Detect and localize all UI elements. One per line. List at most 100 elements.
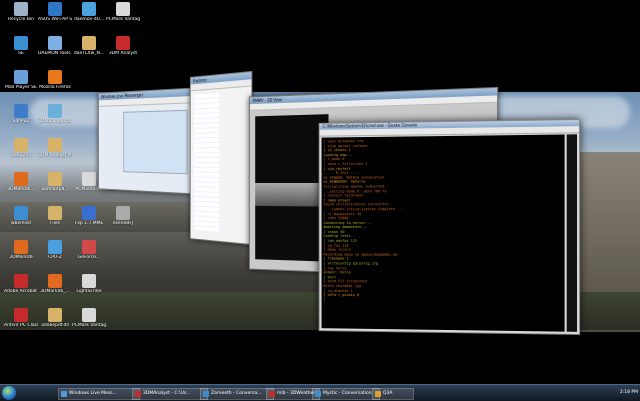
app-icon (14, 308, 28, 322)
desktop-icon[interactable]: wbemlist (4, 206, 38, 234)
desktop-icon[interactable]: Files (38, 206, 72, 234)
desktop-icon-label: 3DMark06... (7, 187, 35, 192)
app-icon (14, 240, 28, 254)
app-icon (48, 138, 62, 152)
app-icon (14, 36, 28, 50)
app-icon (116, 36, 130, 50)
desktop-icon[interactable]: 3DM Analyst Mini Mini (38, 138, 72, 166)
folder-tree (193, 93, 220, 233)
app-icon (14, 206, 28, 220)
app-icon (48, 36, 62, 50)
desktop-icon[interactable]: 3DMark06 (4, 240, 38, 268)
desktop-icon[interactable]: 3DMark06_... (38, 274, 72, 302)
desktop-icon-label: Ree2250 (11, 153, 31, 158)
desktop-icon-label: ASUS WiFi-AP Solo (38, 17, 72, 22)
taskbar-app-icon (135, 391, 141, 397)
desktop-icon[interactable]: ezeneBFJ (106, 206, 140, 234)
app-icon (82, 36, 96, 50)
desktop-icon-label: SE (18, 51, 24, 56)
start-orb-icon[interactable] (2, 386, 16, 400)
desktop-icon-label: DAEMON Tools Lite (38, 51, 72, 56)
desktop-icon-label: 3DMark Vantage (38, 119, 72, 124)
desktop-icon[interactable]: Mail Player SE (4, 70, 38, 98)
desktop-icon[interactable]: Recycle Bin (4, 2, 38, 30)
taskbar-button[interactable]: Mystic - Conversation (312, 388, 380, 400)
desktop-icon[interactable]: DAEMON Tools Lite (38, 36, 72, 64)
desktop-icon-label: daeTLXw_N... (73, 51, 105, 56)
desktop-icon-label: PCMark Vantage x64 (72, 323, 106, 328)
desktop-icon-label: Adobe Acrobat 8... (4, 289, 38, 294)
console-scrollbar[interactable] (566, 134, 578, 332)
desktop-icon[interactable]: daeTLXw_N... (72, 36, 106, 64)
taskbar-button[interactable]: Zarneeth - Conversa... (200, 388, 274, 400)
desktop-icon-label: SafiPuZ (12, 119, 30, 124)
desktop-icon-label: GeForce... (77, 255, 101, 260)
desktop-icon-label: Mail Player SE (5, 85, 37, 90)
app-icon (14, 2, 28, 16)
taskbar-button-label: 3DMAnalyst - C:\Us... (143, 391, 191, 396)
console-window[interactable]: C:\Windows\System32\cmd.exe - Quake Cons… (318, 119, 581, 335)
taskbar-button-label: Zarneeth - Conversa... (211, 391, 262, 396)
app-icon (48, 172, 62, 186)
desktop-icon[interactable]: aomdpfp8... (38, 172, 72, 200)
desktop-icon[interactable]: Mozilla Firefox (38, 70, 72, 98)
taskbar-button-label: Mystic - Conversation (323, 391, 372, 396)
desktop-icon-label: aomdpfp8... (41, 187, 69, 192)
desktop-icon-label: wbemlist (10, 221, 32, 226)
desktop-icon[interactable]: GeForce... (72, 240, 106, 268)
desktop-icon-label: 3DM Analyst (108, 51, 138, 56)
app-icon (82, 206, 96, 220)
desktop-icon[interactable]: Antivir PC Classic (4, 308, 38, 336)
taskbar-app-icon (375, 391, 381, 397)
desktop-icon[interactable]: Adobe Acrobat 8... (4, 274, 38, 302)
desktop-icon[interactable]: daemon-40... (72, 2, 106, 30)
desktop-icon[interactable]: CPU-Z (38, 240, 72, 268)
taskbar-button[interactable]: Windows Live Mess... (58, 388, 140, 400)
desktop-icon[interactable]: PCMark Vantage x64 (72, 308, 106, 336)
taskbar-button[interactable]: 3DMAnalyst - C:\Us... (132, 388, 208, 400)
app-icon (82, 308, 96, 322)
window-explorer[interactable]: Explorer (189, 70, 253, 246)
app-icon (82, 274, 96, 288)
app-icon (48, 206, 62, 220)
app-icon (116, 2, 130, 16)
desktop-icon-label: Fxp 1.7.MME (74, 221, 104, 226)
app-icon (116, 206, 130, 220)
desktop-icon[interactable]: 3DMark06... (4, 172, 38, 200)
desktop-icon-label: daemon-40... (73, 17, 104, 22)
taskbar-button-label: Q3A (383, 391, 393, 396)
desktop-icon[interactable]: Ree2250 (4, 138, 38, 166)
desktop-icon-label: adobepdf.dll (41, 323, 69, 328)
desktop-icon-label: CPU-Z (48, 255, 62, 260)
desktop-icon[interactable]: PCMark Vantage (106, 2, 140, 30)
desktop-icon[interactable]: SE (4, 36, 38, 64)
desktop-icon-label: ezeneBFJ (112, 221, 134, 226)
app-icon (82, 2, 96, 16)
taskbar-button-label: Windows Live Mess... (69, 391, 117, 396)
app-icon (48, 104, 62, 118)
app-icon (48, 2, 62, 16)
console-output[interactable]: ] exec autoexec.cfg] bind mouse1 +attack… (321, 134, 565, 332)
system-clock[interactable]: 2:18 PM (568, 388, 638, 398)
taskbar-button[interactable]: Q3A (372, 388, 414, 400)
desktop-icon-label: PCMark Vantage (106, 17, 140, 22)
app-icon (48, 274, 62, 288)
desktop-icon[interactable]: 3DM Analyst (106, 36, 140, 64)
desktop-icon[interactable]: LightScribe (72, 274, 106, 302)
app-icon (48, 308, 62, 322)
desktop-icon[interactable]: Fxp 1.7.MME (72, 206, 106, 234)
taskbar-app-icon (315, 391, 321, 397)
desktop-icon-label: Mozilla Firefox (39, 85, 71, 90)
desktop-icon-label: LightScribe (76, 289, 102, 294)
desktop-icon[interactable]: SafiPuZ (4, 104, 38, 132)
taskbar-app-icon (269, 391, 275, 397)
desktop-icon[interactable]: adobepdf.dll (38, 308, 72, 336)
desktop-icon[interactable]: ASUS WiFi-AP Solo (38, 2, 72, 30)
taskbar: Windows Live Mess... 3DMAnalyst - C:\Us..… (0, 384, 640, 401)
app-icon (48, 240, 62, 254)
desktop-icon-label: 3DM Analyst Mini Mini (38, 153, 72, 158)
app-icon (48, 70, 62, 84)
terrain (255, 183, 329, 207)
chat-pane (123, 109, 188, 175)
desktop-icon[interactable]: 3DMark Vantage (38, 104, 72, 132)
